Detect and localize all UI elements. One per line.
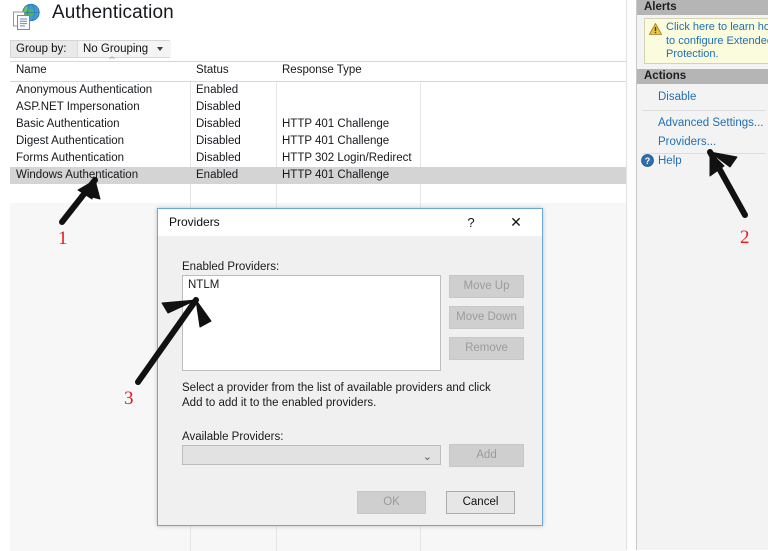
- sort-ascending-icon: ^: [108, 56, 116, 66]
- grid-header-row: Name Status Response Type: [10, 62, 626, 82]
- cell-status: Enabled: [196, 84, 239, 96]
- enabled-providers-listbox[interactable]: NTLM: [182, 275, 441, 371]
- ok-button[interactable]: OK: [357, 491, 426, 514]
- chevron-down-icon: ⌄: [422, 450, 432, 463]
- cell-name: Digest Authentication: [16, 135, 125, 147]
- group-by-label: Group by:: [16, 43, 67, 55]
- cell-status: Disabled: [196, 118, 241, 130]
- table-row[interactable]: ASP.NET Impersonation Disabled: [10, 99, 626, 116]
- actions-section-header: Actions: [637, 69, 768, 84]
- action-advanced-settings[interactable]: Advanced Settings...: [637, 114, 768, 133]
- add-button[interactable]: Add: [449, 444, 524, 467]
- action-separator: [642, 110, 766, 111]
- cell-name: Basic Authentication: [16, 118, 120, 130]
- alert-text: Click here to learn how to configure Ext…: [666, 21, 768, 60]
- table-row[interactable]: Basic Authentication Disabled HTTP 401 C…: [10, 116, 626, 133]
- cell-name: Anonymous Authentication: [16, 84, 153, 96]
- alerts-section-header: Alerts: [637, 0, 768, 15]
- cell-status: Disabled: [196, 152, 241, 164]
- close-icon[interactable]: ✕: [502, 213, 530, 233]
- dialog-hint-text: Select a provider from the list of avail…: [182, 382, 491, 409]
- table-row[interactable]: Anonymous Authentication Enabled: [10, 82, 626, 99]
- available-providers-label: Available Providers:: [182, 431, 284, 443]
- cell-status: Disabled: [196, 101, 241, 113]
- group-by-select[interactable]: No Grouping: [77, 41, 171, 57]
- move-up-button[interactable]: Move Up: [449, 275, 524, 298]
- dialog-help-icon[interactable]: ?: [457, 213, 485, 233]
- page-header: Authentication: [0, 0, 636, 34]
- action-providers[interactable]: Providers...: [637, 133, 768, 152]
- alert-box[interactable]: Click here to learn how to configure Ext…: [644, 18, 768, 64]
- table-row[interactable]: Forms Authentication Disabled HTTP 302 L…: [10, 150, 626, 167]
- group-by-value: No Grouping: [83, 43, 149, 55]
- globe-page-icon: [13, 3, 40, 30]
- action-disable[interactable]: Disable: [637, 88, 768, 107]
- available-providers-combobox[interactable]: ⌄: [182, 445, 441, 465]
- table-row-windows-authentication[interactable]: Windows Authentication Enabled HTTP 401 …: [10, 167, 626, 184]
- cell-name: Windows Authentication: [16, 169, 139, 181]
- cell-status: Disabled: [196, 135, 241, 147]
- providers-dialog: Providers ? ✕ Enabled Providers: NTLM Mo…: [157, 208, 543, 526]
- chevron-down-icon: [157, 47, 163, 51]
- cell-response: HTTP 401 Challenge: [282, 118, 390, 130]
- remove-button[interactable]: Remove: [449, 337, 524, 360]
- group-by-bar: Group by: No Grouping: [10, 40, 171, 58]
- dialog-title-bar[interactable]: Providers ? ✕: [158, 209, 542, 236]
- page-title: Authentication: [52, 2, 174, 23]
- cell-name: ASP.NET Impersonation: [16, 101, 140, 113]
- cell-response: HTTP 401 Challenge: [282, 169, 390, 181]
- table-row[interactable]: Digest Authentication Disabled HTTP 401 …: [10, 133, 626, 150]
- cell-name: Forms Authentication: [16, 152, 125, 164]
- warning-triangle-icon: [649, 23, 662, 35]
- action-help[interactable]: Help: [637, 152, 768, 171]
- column-header-name[interactable]: Name: [16, 64, 47, 76]
- move-down-button[interactable]: Move Down: [449, 306, 524, 329]
- cancel-button[interactable]: Cancel: [446, 491, 515, 514]
- dialog-title: Providers: [169, 215, 220, 229]
- cell-response: HTTP 401 Challenge: [282, 135, 390, 147]
- enabled-providers-label: Enabled Providers:: [182, 261, 280, 273]
- cell-status: Enabled: [196, 169, 239, 181]
- column-header-status[interactable]: Status: [196, 64, 229, 76]
- cell-response: HTTP 302 Login/Redirect: [282, 152, 412, 164]
- column-header-response[interactable]: Response Type: [282, 64, 362, 76]
- list-item[interactable]: NTLM: [188, 279, 219, 291]
- right-task-pane: Alerts Click here to learn how to config…: [636, 0, 768, 550]
